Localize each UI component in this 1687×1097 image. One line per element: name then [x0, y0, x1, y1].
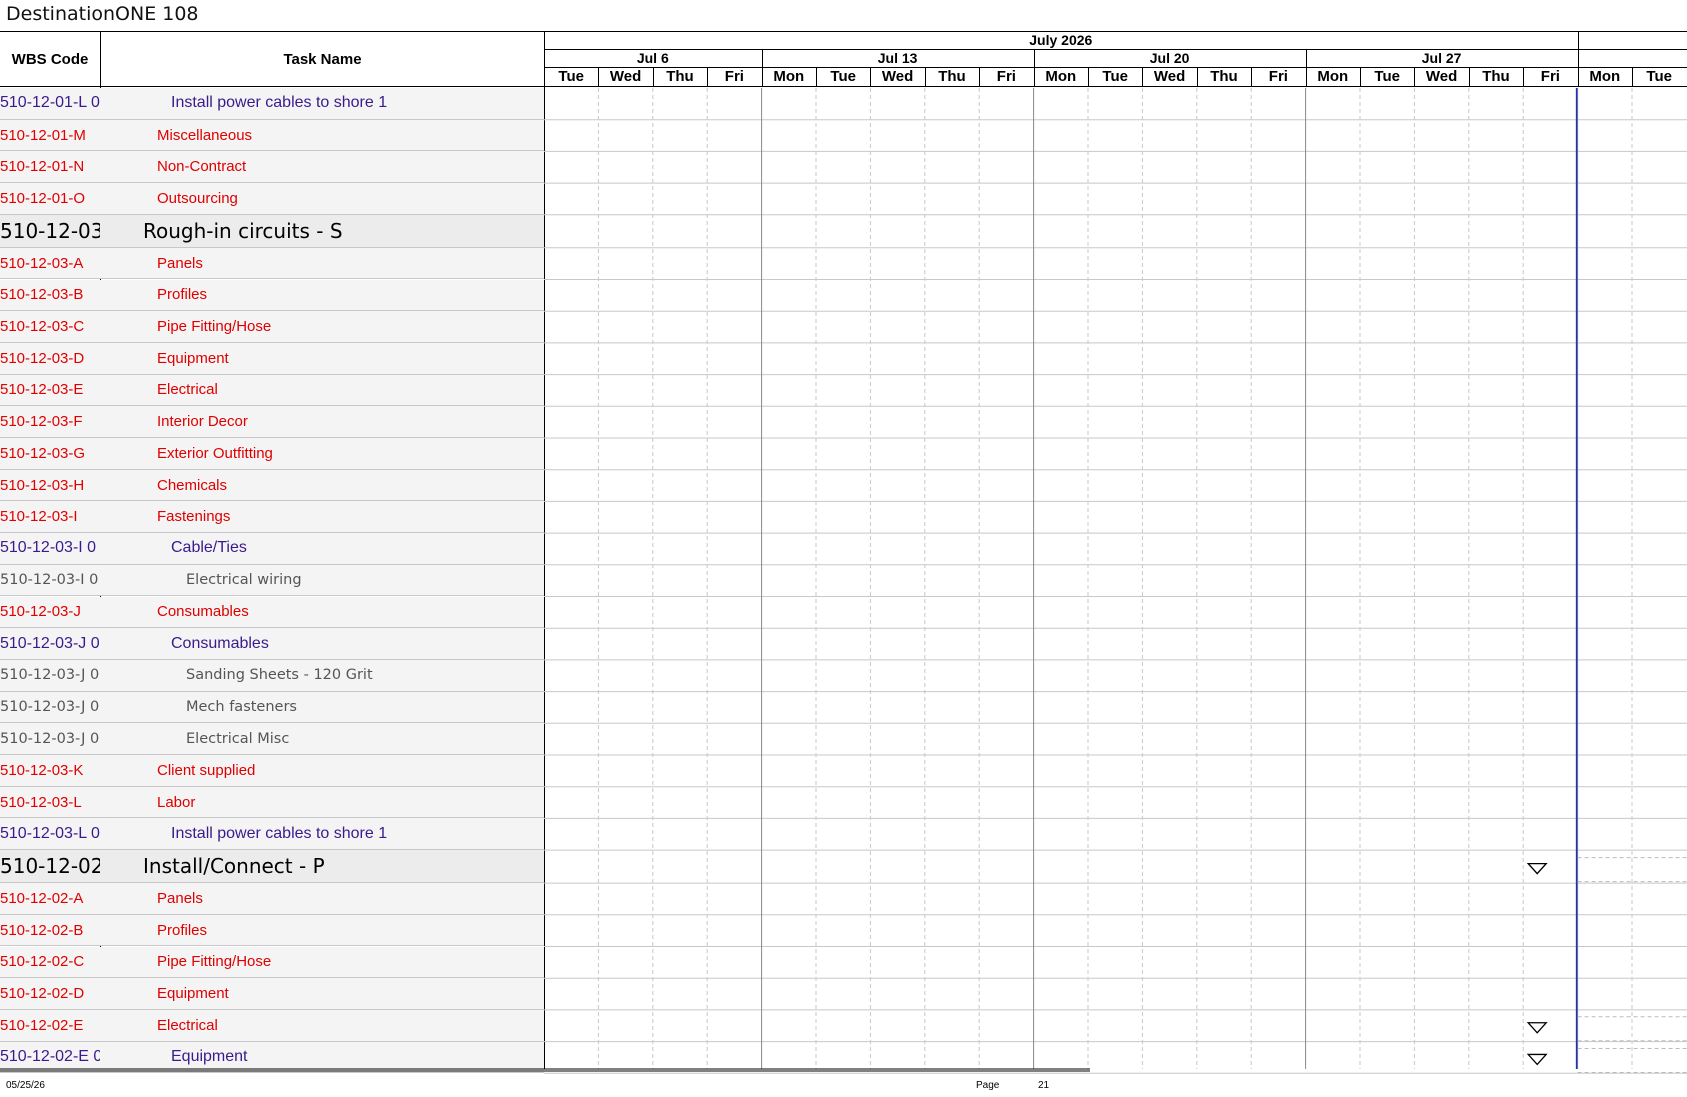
gantt-chart-area: [0, 88, 1687, 1074]
summary-marker-icon: [1526, 1022, 1548, 1034]
footer-page-number: 21: [1038, 1080, 1050, 1091]
footer-page-label: Page: [976, 1080, 1000, 1091]
summary-marker-icon: [1526, 1053, 1548, 1066]
footer-date: 05/25/26: [6, 1080, 45, 1091]
summary-marker-icon: [1526, 862, 1548, 875]
